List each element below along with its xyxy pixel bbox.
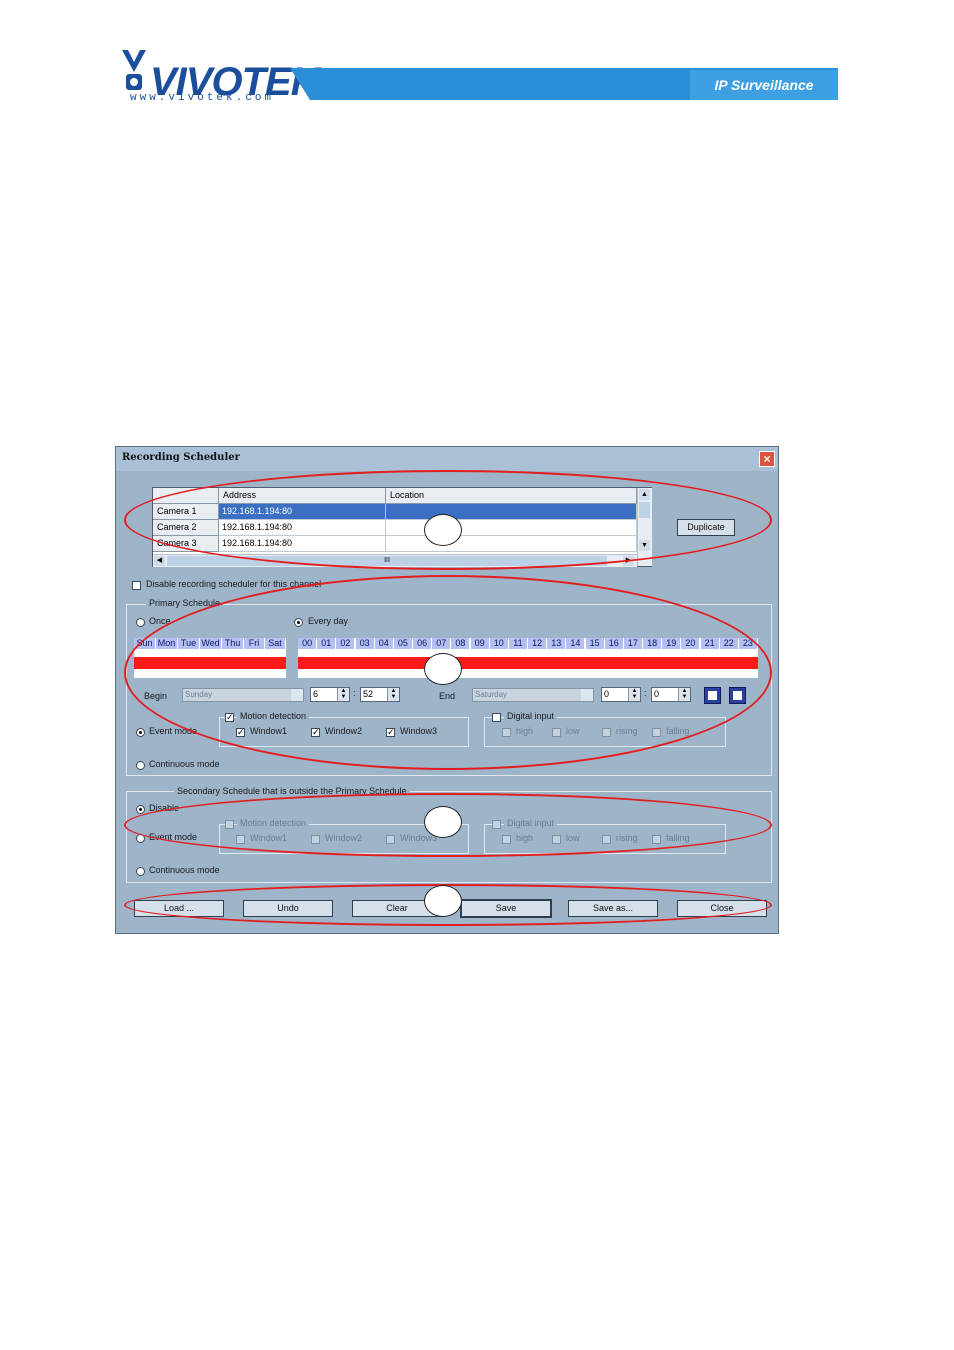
banner-notch xyxy=(290,68,310,100)
annotation-marker xyxy=(424,806,462,838)
once-radio[interactable] xyxy=(136,618,145,627)
secondary-disable-radio[interactable] xyxy=(136,805,145,814)
primary-continuous-mode-radio[interactable] xyxy=(136,761,145,770)
logo-url: www.vivotek.com xyxy=(130,92,275,104)
vivotek-logo-icon xyxy=(120,48,150,98)
primary-event-mode-radio[interactable] xyxy=(136,728,145,737)
title-bar[interactable]: Recording Scheduler × xyxy=(116,447,778,471)
primary-continuous-mode-label: Continuous mode xyxy=(149,759,220,769)
window-title: Recording Scheduler xyxy=(122,452,240,463)
scroll-left-icon[interactable]: ◀ xyxy=(154,556,165,566)
disable-channel-checkbox[interactable] xyxy=(132,581,141,590)
annotation-marker xyxy=(424,514,462,546)
close-button[interactable]: × xyxy=(759,451,775,467)
secondary-continuous-mode-label: Continuous mode xyxy=(149,865,220,875)
secondary-continuous-mode-radio[interactable] xyxy=(136,867,145,876)
annotation-marker xyxy=(424,653,462,685)
banner-label: IP Surveillance xyxy=(690,70,838,100)
annotation-marker xyxy=(424,885,462,917)
